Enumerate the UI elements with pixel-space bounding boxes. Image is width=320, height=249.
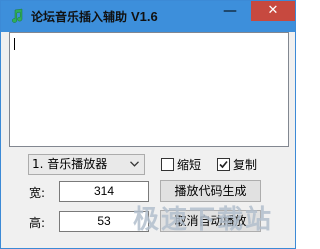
- music-note-icon: [11, 8, 23, 23]
- checkmark-icon: [219, 160, 228, 169]
- close-button[interactable]: ✕: [251, 1, 295, 21]
- width-label: 宽:: [29, 186, 46, 200]
- cancel-autoplay-button[interactable]: 取消自动播放: [160, 210, 261, 232]
- chevron-down-icon: [130, 161, 139, 167]
- minimize-button[interactable]: —: [215, 1, 245, 22]
- height-label: 高:: [29, 216, 46, 230]
- shorten-checkbox-box[interactable]: [161, 158, 174, 171]
- window-title: 论坛音乐插入辅助 V1.6: [31, 8, 158, 26]
- width-input[interactable]: 314: [59, 181, 149, 202]
- height-input[interactable]: 53: [59, 211, 149, 232]
- generate-code-button[interactable]: 播放代码生成: [160, 180, 261, 202]
- shorten-checkbox-label: 缩短: [177, 158, 202, 172]
- window-version: V1.6: [131, 9, 158, 24]
- title-bar[interactable]: 论坛音乐插入辅助 V1.6 — ✕: [1, 1, 295, 32]
- app-window: 论坛音乐插入辅助 V1.6 — ✕ 1. 音乐播放器 缩短 复制 宽: 314 …: [0, 0, 296, 249]
- copy-checkbox-box[interactable]: [217, 158, 230, 171]
- copy-checkbox-label: 复制: [233, 158, 258, 172]
- text-caret: [14, 38, 15, 50]
- code-output-textarea[interactable]: [9, 32, 289, 147]
- player-type-value: 1. 音乐播放器: [32, 157, 108, 171]
- window-title-text: 论坛音乐插入辅助: [31, 10, 128, 24]
- player-type-select[interactable]: 1. 音乐播放器: [28, 154, 145, 175]
- client-area: 1. 音乐播放器 缩短 复制 宽: 314 播放代码生成 高: 53 取消自动播…: [9, 32, 289, 242]
